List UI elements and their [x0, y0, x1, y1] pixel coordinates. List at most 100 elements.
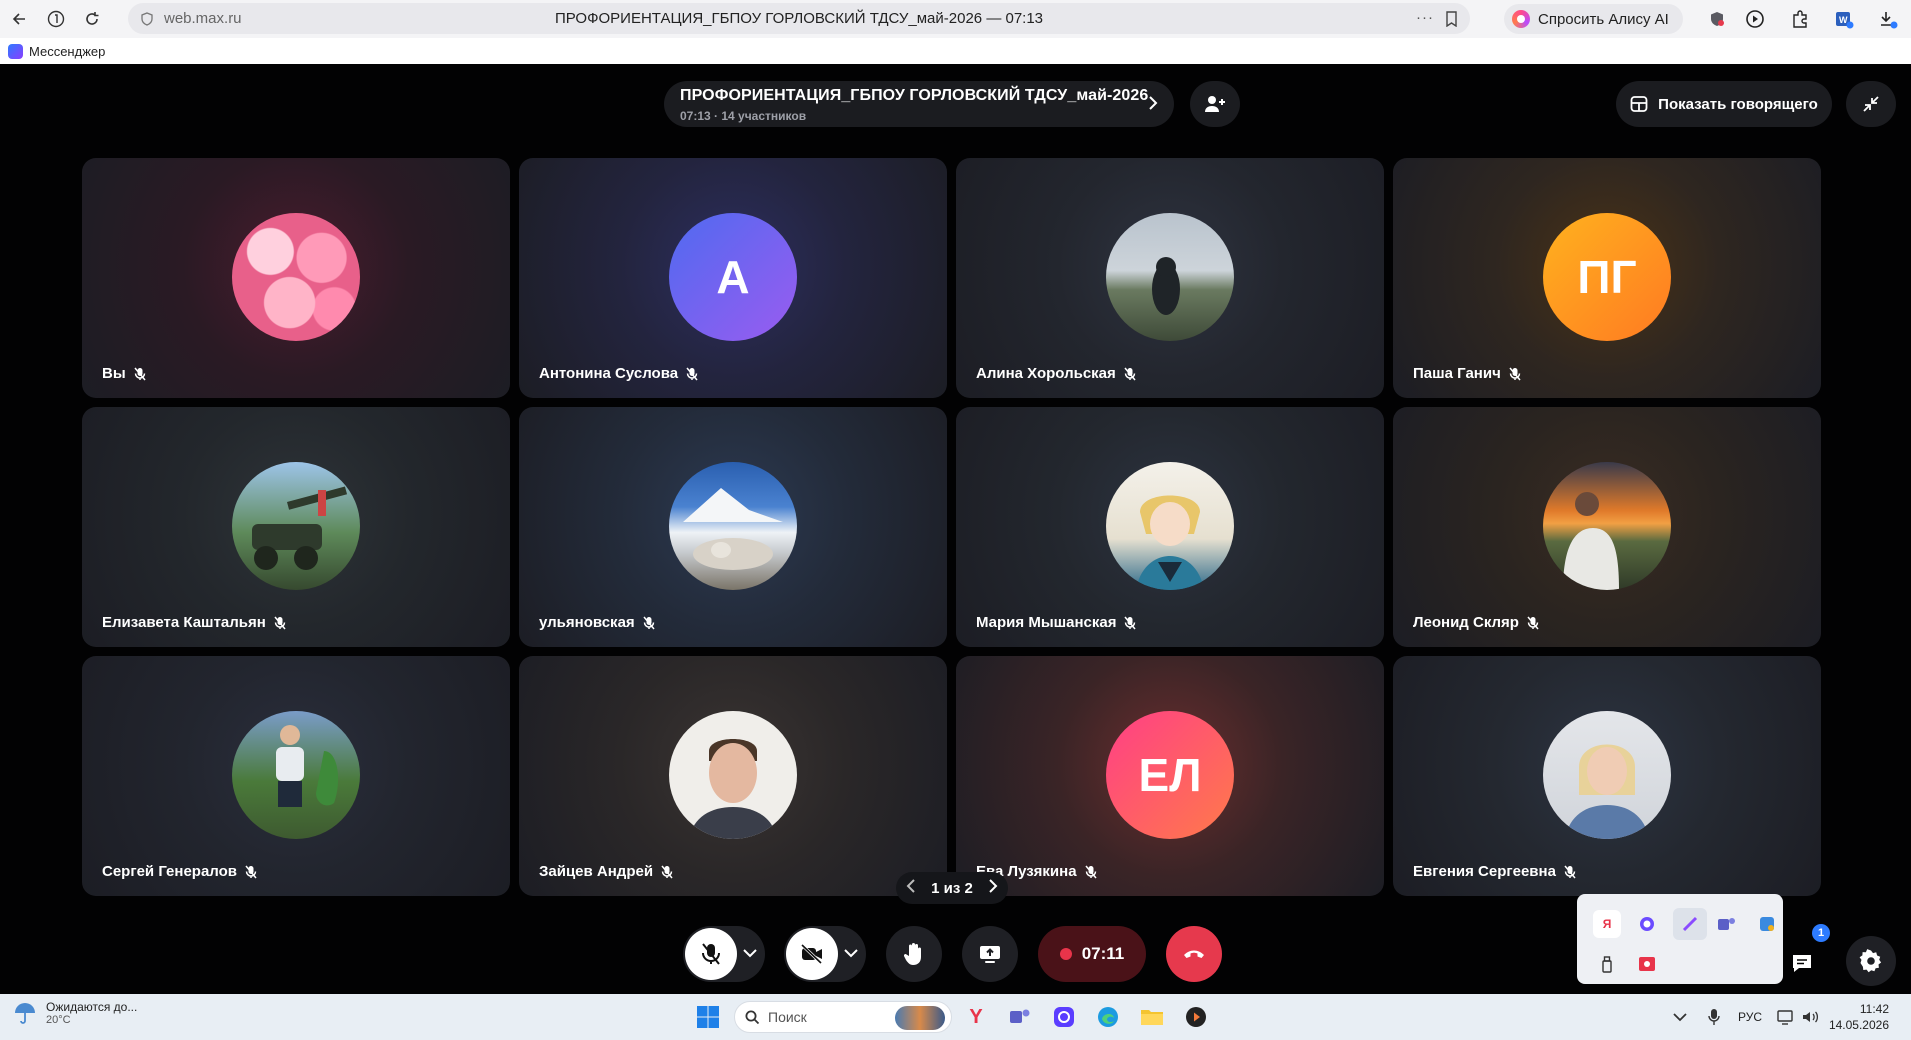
participant-tile[interactable]: ЕЛ Ева Лузякина: [956, 656, 1384, 896]
participant-name-text: Вы: [102, 365, 126, 382]
participant-name: Леонид Скляр: [1413, 614, 1539, 631]
puzzle-extension-icon[interactable]: [1788, 7, 1812, 31]
show-speaker-button[interactable]: Показать говорящего: [1616, 81, 1832, 127]
participant-tile[interactable]: Алина Хорольская: [956, 158, 1384, 398]
add-participant-button[interactable]: [1190, 81, 1240, 127]
participant-tile[interactable]: Леонид Скляр: [1393, 407, 1821, 647]
call-subtitle: 07:13 · 14 участников: [680, 109, 807, 123]
chevron-down-icon[interactable]: [844, 945, 858, 963]
file-explorer-icon[interactable]: [1138, 1003, 1166, 1031]
pen-app-icon[interactable]: [1673, 908, 1707, 940]
ask-alice-button[interactable]: Спросить Алису AI: [1504, 4, 1683, 34]
yandex-home-button[interactable]: [40, 3, 72, 35]
weather-text: Ожидаются до...: [46, 1000, 138, 1014]
participant-tile[interactable]: Вы: [82, 158, 510, 398]
screen-share-icon: [980, 946, 1000, 963]
mic-off-icon: [134, 367, 146, 380]
messenger-icon[interactable]: [1050, 1003, 1078, 1031]
chevron-left-icon[interactable]: [906, 879, 916, 897]
mountain-cat-avatar: [669, 462, 797, 590]
more-icon[interactable]: ···: [1416, 9, 1434, 26]
teams-icon[interactable]: [1006, 1003, 1034, 1031]
sunset-avatar: [1543, 462, 1671, 590]
windows-security-icon[interactable]: [1753, 910, 1781, 938]
camera-toggle-button[interactable]: [786, 928, 838, 980]
url-text: web.max.ru: [164, 10, 242, 27]
layout-icon: [1630, 96, 1648, 112]
volume-icon[interactable]: [1796, 1003, 1824, 1031]
landscape-avatar: [1106, 213, 1234, 341]
portrait-avatar: [669, 711, 797, 839]
participant-tile[interactable]: ульяновская: [519, 407, 947, 647]
mic-off-icon: [1124, 616, 1137, 629]
bookmark-messenger[interactable]: Мессенджер: [29, 44, 105, 59]
end-call-button[interactable]: [1166, 926, 1222, 982]
participant-tile[interactable]: Мария Мышанская: [956, 407, 1384, 647]
mic-off-icon: [686, 367, 698, 380]
chevron-up-icon[interactable]: [1666, 1003, 1694, 1031]
chevron-right-icon: [1148, 95, 1158, 116]
woman-avatar: [1543, 711, 1671, 839]
gear-icon: [1859, 949, 1882, 973]
taskbar: Ожидаются до... 20°C Поиск Y РУС 11:42 1…: [0, 994, 1911, 1040]
recording-timer[interactable]: 07:11: [1038, 926, 1146, 982]
participant-tile[interactable]: А Антонина Суслова: [519, 158, 947, 398]
participant-name-text: ульяновская: [539, 614, 635, 631]
recorder-app-icon[interactable]: [1633, 950, 1661, 978]
back-button[interactable]: [4, 3, 36, 35]
call-info-button[interactable]: ПРОФОРИЕНТАЦИЯ_ГБПОУ ГОРЛОВСКИЙ ТДСУ_май…: [664, 81, 1174, 127]
extension-shield-icon[interactable]: [1705, 7, 1729, 31]
browser-toolbar: web.max.ru ПРОФОРИЕНТАЦИЯ_ГБПОУ ГОРЛОВСК…: [0, 0, 1911, 38]
edge-icon[interactable]: [1094, 1003, 1122, 1031]
weather-widget[interactable]: Ожидаются до... 20°C: [12, 1000, 137, 1026]
bookmark-icon[interactable]: [1445, 11, 1458, 31]
shield-icon: [141, 11, 153, 26]
teams-app-icon[interactable]: [1713, 910, 1741, 938]
add-user-icon: [1205, 96, 1225, 112]
chevron-down-icon[interactable]: [743, 945, 757, 963]
downloads-icon[interactable]: [1876, 7, 1900, 31]
chevron-right-icon[interactable]: [988, 879, 998, 897]
language-indicator[interactable]: РУС: [1738, 1010, 1762, 1024]
participant-tile[interactable]: Сергей Генералов: [82, 656, 510, 896]
participant-name: Паша Ганич: [1413, 365, 1521, 382]
mic-off-icon: [245, 865, 257, 878]
reload-icon: [86, 12, 99, 25]
system-clock[interactable]: 11:42 14.05.2026: [1829, 1001, 1889, 1033]
participant-name: Сергей Генералов: [102, 863, 257, 880]
alice-icon: [1512, 10, 1530, 28]
participant-tile[interactable]: Елизавета Каштальян: [82, 407, 510, 647]
participant-name-text: Мария Мышанская: [976, 614, 1117, 631]
word-extension-icon[interactable]: W: [1832, 7, 1856, 31]
media-play-icon[interactable]: [1743, 7, 1767, 31]
mic-off-icon: [1084, 865, 1097, 878]
microphone-icon[interactable]: [1700, 1003, 1728, 1031]
bookmarks-bar: Мессенджер: [0, 38, 1911, 64]
chat-unread-badge: 1: [1812, 924, 1830, 942]
participant-tile[interactable]: Евгения Сергеевна: [1393, 656, 1821, 896]
initials-avatar: А: [669, 213, 797, 341]
participant-tile[interactable]: ПГ Паша Ганич: [1393, 158, 1821, 398]
chat-button[interactable]: [1777, 940, 1827, 986]
yandex-browser-icon[interactable]: Y: [962, 1003, 990, 1031]
address-bar[interactable]: web.max.ru ПРОФОРИЕНТАЦИЯ_ГБПОУ ГОРЛОВСК…: [128, 3, 1470, 34]
participant-name: Евгения Сергеевна: [1413, 863, 1576, 880]
media-player-icon[interactable]: [1182, 1003, 1210, 1031]
screen-share-button[interactable]: [962, 926, 1018, 982]
messenger-app-icon[interactable]: [1633, 910, 1661, 938]
usb-device-icon[interactable]: [1593, 950, 1621, 978]
windows-logo-icon: [697, 1006, 719, 1028]
settings-button[interactable]: [1846, 936, 1896, 986]
raise-hand-button[interactable]: [886, 926, 942, 982]
svg-text:W: W: [1839, 15, 1848, 25]
yandex-app-icon[interactable]: Я: [1593, 910, 1621, 938]
taskbar-search[interactable]: Поиск: [734, 1001, 952, 1033]
start-button[interactable]: [694, 1003, 722, 1031]
reload-button[interactable]: [76, 3, 108, 35]
hand-icon: [903, 943, 921, 965]
participant-tile[interactable]: Зайцев Андрей: [519, 656, 947, 896]
timer-text: 07:11: [1081, 944, 1125, 963]
participant-name: Мария Мышанская: [976, 614, 1137, 631]
minimize-call-button[interactable]: [1846, 81, 1896, 127]
mic-toggle-button[interactable]: [685, 928, 737, 980]
